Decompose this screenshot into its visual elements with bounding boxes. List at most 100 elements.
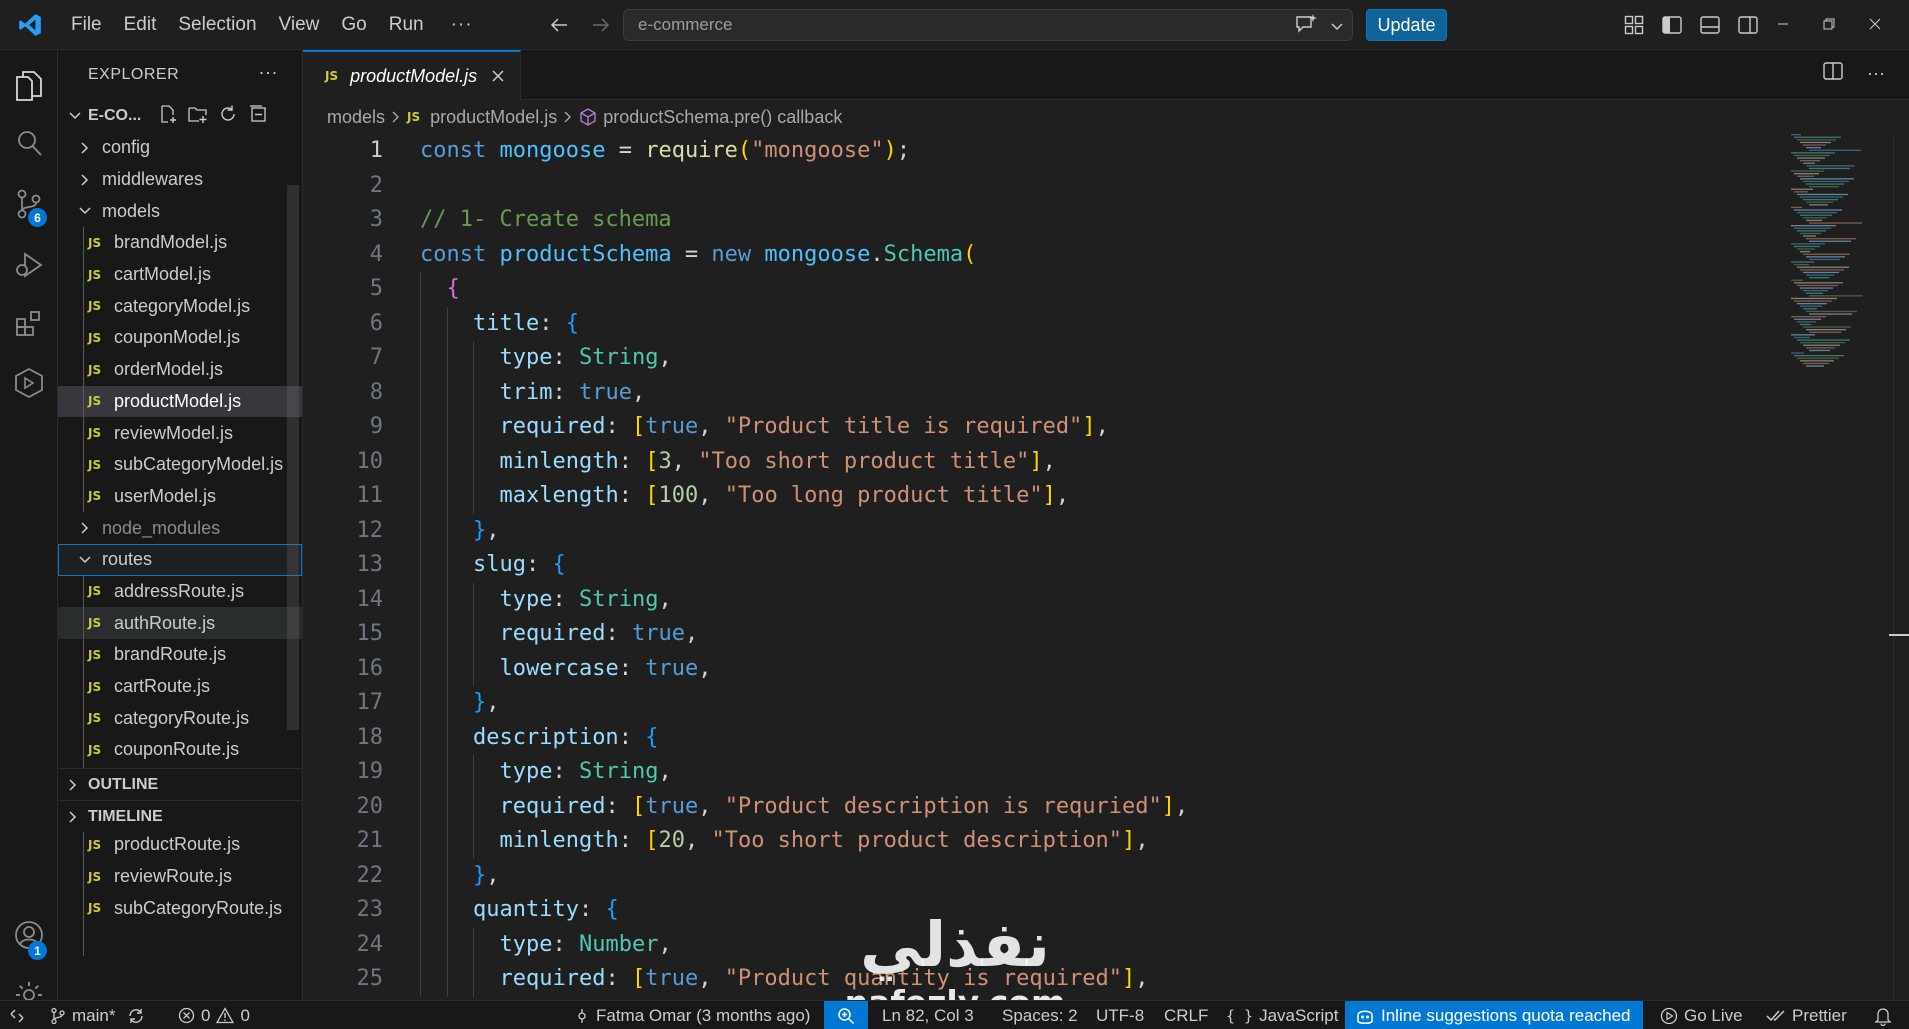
file-item[interactable]: JS categoryModel.js: [58, 290, 302, 322]
search-icon[interactable]: [0, 111, 58, 175]
language-status[interactable]: { } JavaScript: [1226, 1001, 1338, 1029]
timeline-section[interactable]: TIMELINE: [58, 800, 302, 832]
file-item[interactable]: JS authRoute.js: [58, 607, 302, 639]
chat-sparkle-icon[interactable]: [1294, 13, 1318, 40]
command-center-search[interactable]: e-commerce: [623, 9, 1353, 41]
source-control-badge: 6: [28, 208, 47, 227]
file-item[interactable]: JS productModel.js: [58, 385, 302, 418]
refresh-icon[interactable]: [218, 104, 238, 129]
problems-status[interactable]: 0 0: [178, 1001, 250, 1029]
breadcrumb-file[interactable]: productModel.js: [430, 107, 557, 128]
minimize-icon[interactable]: [1760, 0, 1806, 48]
menu-selection[interactable]: Selection: [167, 0, 267, 50]
remote-indicator[interactable]: [0, 1001, 34, 1029]
code-token: }: [472, 517, 487, 543]
folder-item[interactable]: middlewares: [58, 164, 302, 196]
source-control-icon[interactable]: 6: [0, 172, 58, 236]
cursor-position[interactable]: Ln 82, Col 3: [882, 1001, 974, 1029]
code-token: ]: [1122, 966, 1136, 991]
chevron-down-icon[interactable]: [1330, 17, 1344, 37]
customize-layout-icon[interactable]: [1622, 10, 1646, 40]
extensions-icon[interactable]: [0, 291, 58, 355]
folder-item[interactable]: routes: [58, 543, 302, 576]
sidebar-scrollbar[interactable]: [287, 185, 299, 730]
file-item[interactable]: JS subCategoryModel.js: [58, 449, 302, 481]
split-editor-icon[interactable]: [1823, 62, 1843, 85]
new-folder-icon[interactable]: [188, 104, 208, 129]
update-button[interactable]: Update: [1366, 9, 1447, 41]
folder-item[interactable]: models: [58, 195, 302, 227]
breadcrumb-folder[interactable]: models: [327, 107, 385, 128]
editor-scrollbar[interactable]: [1889, 134, 1909, 1000]
code-token: {: [552, 552, 566, 577]
zoom-status[interactable]: [824, 1001, 868, 1029]
branch-status[interactable]: main*: [50, 1001, 145, 1029]
new-file-icon[interactable]: [158, 104, 178, 129]
minimap[interactable]: [1789, 134, 1889, 384]
code-token: }: [472, 862, 487, 888]
code-token: true: [645, 655, 699, 681]
go-live-button[interactable]: Go Live: [1660, 1001, 1743, 1029]
file-item[interactable]: JS cartModel.js: [58, 259, 302, 291]
more-actions-icon[interactable]: ···: [1867, 63, 1885, 84]
code-token: ,: [658, 345, 672, 370]
file-item[interactable]: JS orderModel.js: [58, 354, 302, 386]
outline-section[interactable]: OUTLINE: [58, 768, 302, 800]
minimap-line: [1791, 188, 1813, 190]
file-item[interactable]: JS subCategoryRoute.js: [58, 893, 302, 925]
breadcrumb-symbol[interactable]: productSchema.pre() callback: [603, 107, 842, 128]
indentation-status[interactable]: Spaces: 2: [1002, 1001, 1078, 1029]
minimap-line: [1809, 149, 1861, 151]
menu-edit[interactable]: Edit: [113, 0, 168, 50]
restore-icon[interactable]: [1806, 0, 1852, 48]
file-item[interactable]: JS reviewRoute.js: [58, 861, 302, 893]
encoding-status[interactable]: UTF-8: [1096, 1001, 1144, 1029]
file-item[interactable]: JS addressRoute.js: [58, 576, 302, 608]
run-debug-icon[interactable]: [0, 233, 58, 297]
folder-item[interactable]: node_modules: [58, 512, 302, 544]
minimap-line: [1809, 222, 1862, 224]
menu-view[interactable]: View: [268, 0, 331, 50]
minimap-line: [1803, 271, 1839, 274]
code-content[interactable]: const mongoose = require("mongoose");// …: [420, 134, 1188, 997]
folder-item[interactable]: config: [58, 132, 302, 164]
menu-run[interactable]: Run: [378, 0, 435, 50]
file-item[interactable]: JS cartRoute.js: [58, 671, 302, 703]
root-folder-header[interactable]: E-CO...: [58, 100, 302, 132]
eol-status[interactable]: CRLF: [1164, 1001, 1208, 1029]
toggle-primary-sidebar-icon[interactable]: [1660, 10, 1684, 40]
close-icon[interactable]: [491, 69, 505, 83]
file-item[interactable]: JS reviewModel.js: [58, 417, 302, 449]
code-editor[interactable]: 1 2 3 4 5 6 7 8 9 10 11 12 13 14 15 16 17 18 19 20 21 22 23 24 2…: [303, 134, 1909, 1000]
menu-more-button[interactable]: ···: [435, 0, 489, 50]
file-item[interactable]: JS userModel.js: [58, 481, 302, 513]
line-number: 19: [356, 759, 384, 784]
accounts-icon[interactable]: 1: [0, 903, 58, 967]
file-item[interactable]: JS couponRoute.js: [58, 734, 302, 766]
menu-go[interactable]: Go: [330, 0, 377, 50]
tab-product-model[interactable]: JS productModel.js: [303, 50, 521, 100]
file-item[interactable]: JS categoryRoute.js: [58, 702, 302, 734]
prettier-status[interactable]: Prettier: [1766, 1001, 1847, 1029]
explorer-icon[interactable]: [0, 54, 58, 118]
tree-item-label: subCategoryRoute.js: [114, 897, 283, 918]
file-item[interactable]: JS brandModel.js: [58, 227, 302, 259]
collapse-all-icon[interactable]: [248, 104, 268, 129]
minimap-line: [1809, 240, 1851, 242]
file-item[interactable]: JS productRoute.js: [58, 829, 302, 861]
file-item[interactable]: JS brandRoute.js: [58, 639, 302, 671]
bell-icon[interactable]: [1874, 1001, 1892, 1029]
copilot-icon: [1357, 1010, 1373, 1024]
copilot-status[interactable]: Inline suggestions quota reached: [1345, 1001, 1643, 1029]
toggle-secondary-sidebar-icon[interactable]: [1736, 10, 1760, 40]
forward-arrow-icon[interactable]: [590, 10, 612, 40]
back-arrow-icon[interactable]: [548, 10, 570, 40]
close-window-icon[interactable]: [1852, 0, 1898, 48]
remote-explorer-icon[interactable]: [0, 351, 58, 415]
git-blame-status[interactable]: Fatma Omar (3 months ago): [574, 1001, 810, 1029]
toggle-panel-icon[interactable]: [1698, 10, 1722, 40]
menu-file[interactable]: File: [60, 0, 113, 50]
file-item[interactable]: JS couponModel.js: [58, 322, 302, 354]
explorer-more-button[interactable]: ···: [259, 62, 278, 83]
